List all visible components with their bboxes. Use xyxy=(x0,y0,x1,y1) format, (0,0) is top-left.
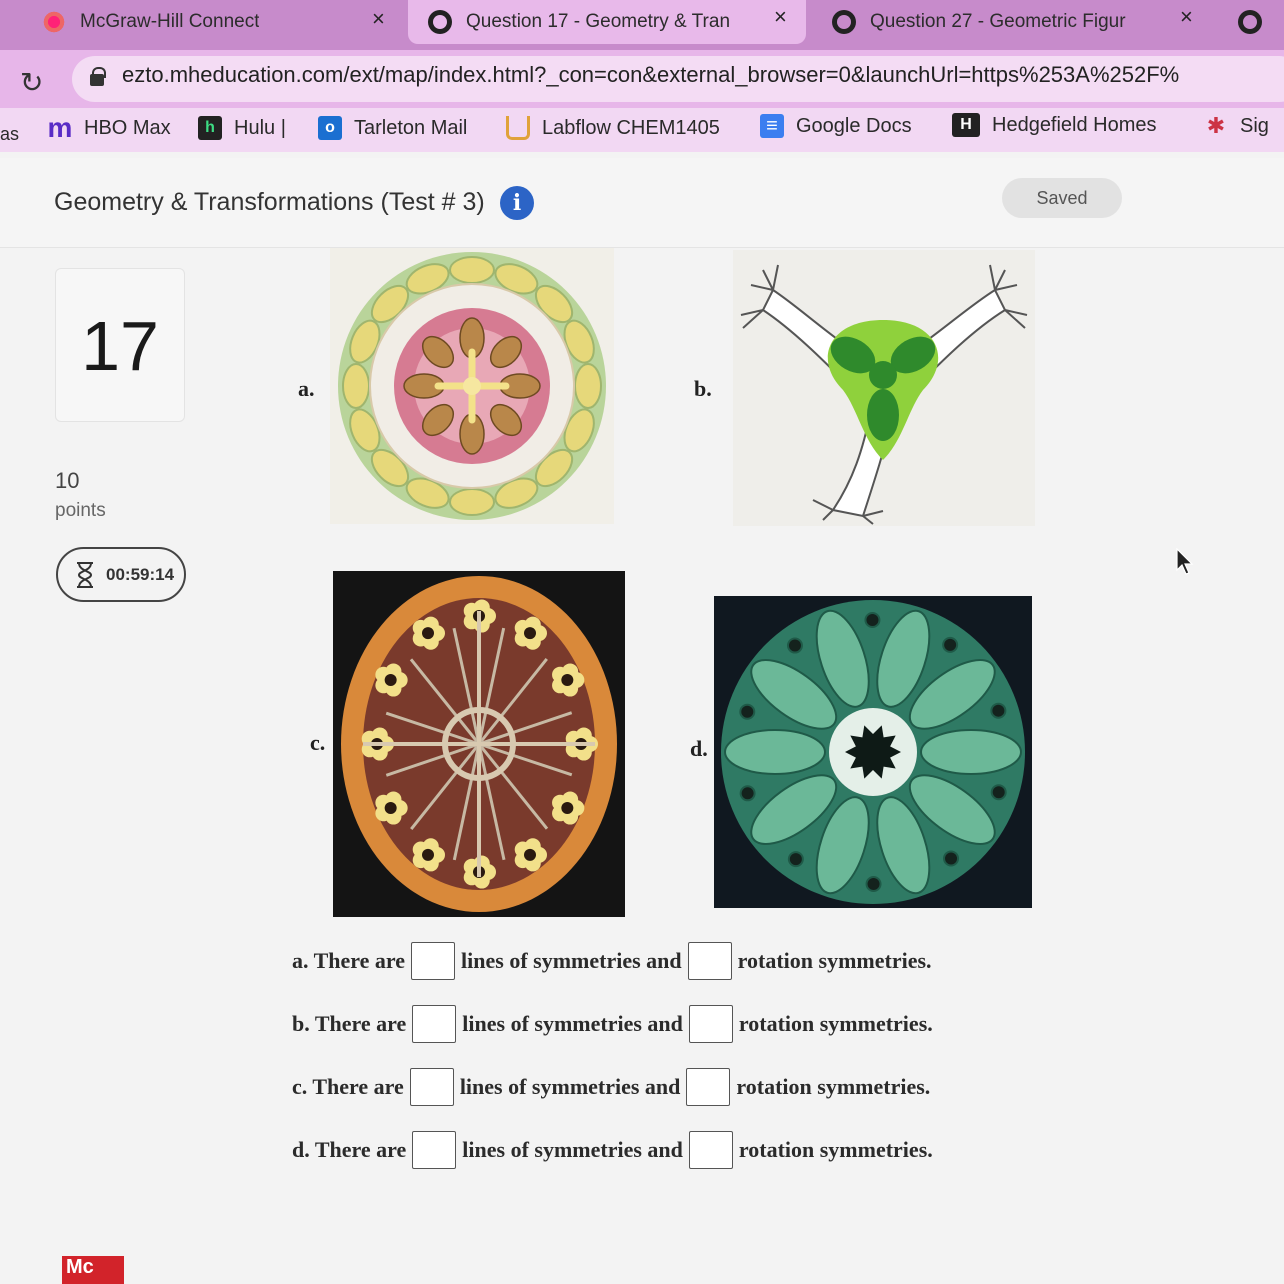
figure-label-a: a. xyxy=(298,376,315,401)
mouse-cursor-icon xyxy=(1176,548,1194,575)
bookmark-label: Hulu | xyxy=(234,116,286,139)
bookmark-label: Google Docs xyxy=(796,114,912,137)
tab-partial[interactable] xyxy=(1226,0,1284,44)
item-suffix: rotation symmetries. xyxy=(738,1011,933,1036)
bookmark-partial[interactable]: as xyxy=(0,124,19,145)
answer-input-lines-a[interactable] xyxy=(411,942,456,980)
hulu-icon: h xyxy=(198,116,222,140)
item-prefix: a. There are xyxy=(292,948,406,973)
figure-b-image xyxy=(733,250,1035,526)
bookmark-labflow[interactable]: Labflow CHEM1405 xyxy=(506,116,720,140)
points-value: 10 xyxy=(55,468,80,493)
item-suffix: rotation symmetries. xyxy=(736,1074,931,1099)
close-icon[interactable]: × xyxy=(372,6,385,32)
timer-text: 00:59:14 xyxy=(106,564,175,584)
bookmark-tarleton-mail[interactable]: o Tarleton Mail xyxy=(318,116,467,140)
lock-icon[interactable] xyxy=(90,67,106,86)
reload-icon[interactable]: ↻ xyxy=(20,68,50,98)
globe-icon xyxy=(832,10,856,34)
answer-input-rotation-b[interactable] xyxy=(688,1005,733,1043)
answer-input-rotation-a[interactable] xyxy=(687,942,732,980)
item-middle: lines of symmetries and xyxy=(462,1011,683,1036)
timer-button[interactable]: 00:59:14 xyxy=(56,547,186,602)
bookmark-label: Hedgefield Homes xyxy=(992,113,1157,136)
bookmark-hulu[interactable]: h Hulu | xyxy=(198,116,286,140)
answer-input-lines-d[interactable] xyxy=(412,1131,457,1169)
mcgraw-hill-icon xyxy=(42,10,66,34)
figure-a-image xyxy=(330,248,614,524)
info-icon[interactable]: i xyxy=(500,186,534,220)
outlook-icon: o xyxy=(318,116,342,140)
saved-status-badge: Saved xyxy=(1002,178,1122,218)
url-text[interactable]: ezto.mheducation.com/ext/map/index.html?… xyxy=(122,62,1179,88)
tab-title: McGraw-Hill Connect xyxy=(80,11,260,32)
close-icon[interactable]: × xyxy=(1180,4,1193,30)
bookmark-label: HBO Max xyxy=(84,116,171,139)
bookmark-label: Labflow CHEM1405 xyxy=(542,116,720,139)
mcgraw-hill-logo[interactable]: Mc xyxy=(62,1256,124,1284)
answer-input-rotation-c[interactable] xyxy=(686,1068,731,1106)
points-label: points xyxy=(55,500,106,521)
answer-input-rotation-d[interactable] xyxy=(688,1131,733,1169)
item-prefix: d. There are xyxy=(292,1137,407,1162)
question-item-b: b. There are lines of symmetries and rot… xyxy=(292,1005,933,1043)
labflow-icon xyxy=(506,116,530,140)
bookmark-hedgefield[interactable]: H Hedgefield Homes xyxy=(952,113,1157,137)
hourglass-icon xyxy=(77,561,93,588)
bookmark-label: as xyxy=(0,124,20,144)
answer-input-lines-b[interactable] xyxy=(412,1005,457,1043)
bookmark-label: Tarleton Mail xyxy=(354,116,468,139)
tab-strip: McGraw-Hill Connect × Question 17 - Geom… xyxy=(0,0,1284,50)
question-item-a: a. There are lines of symmetries and rot… xyxy=(292,942,932,980)
figure-c-image xyxy=(333,571,625,917)
question-item-d: d. There are lines of symmetries and rot… xyxy=(292,1131,933,1169)
item-prefix: b. There are xyxy=(292,1011,407,1036)
sig-icon: ✱ xyxy=(1206,113,1226,138)
answer-input-lines-c[interactable] xyxy=(409,1068,454,1106)
close-icon[interactable]: × xyxy=(774,4,787,30)
bookmark-hbo-max[interactable]: m HBO Max xyxy=(47,112,171,143)
tab-question-27[interactable]: Question 27 - Geometric Figur × xyxy=(812,0,1217,44)
question-number: 17 xyxy=(55,268,185,422)
figure-d-image xyxy=(714,596,1032,908)
globe-icon xyxy=(1238,10,1262,34)
bookmark-sig[interactable]: ✱ Sig xyxy=(1204,113,1269,138)
page-title: Geometry & Transformations (Test # 3) xyxy=(54,188,485,216)
globe-icon xyxy=(428,10,452,34)
item-suffix: rotation symmetries. xyxy=(737,948,932,973)
item-middle: lines of symmetries and xyxy=(461,948,682,973)
hedgefield-icon: H xyxy=(952,113,980,137)
hbo-max-icon: m xyxy=(47,112,73,143)
question-item-c: c. There are lines of symmetries and rot… xyxy=(292,1068,930,1106)
google-docs-icon: ≡ xyxy=(760,114,784,138)
figure-label-c: c. xyxy=(310,730,326,755)
bookmark-google-docs[interactable]: ≡ Google Docs xyxy=(760,114,912,138)
figure-label-b: b. xyxy=(694,376,712,401)
item-middle: lines of symmetries and xyxy=(462,1137,683,1162)
item-suffix: rotation symmetries. xyxy=(738,1137,933,1162)
bookmark-label: Sig xyxy=(1240,114,1269,137)
tab-question-17[interactable]: Question 17 - Geometry & Tran × xyxy=(408,0,806,44)
tab-mcgraw-hill[interactable]: McGraw-Hill Connect × xyxy=(0,0,405,44)
item-middle: lines of symmetries and xyxy=(459,1074,681,1099)
tab-title: Question 17 - Geometry & Tran xyxy=(466,11,731,32)
item-prefix: c. There are xyxy=(292,1074,404,1099)
tab-title: Question 27 - Geometric Figur xyxy=(870,11,1126,32)
figure-label-d: d. xyxy=(690,736,708,761)
